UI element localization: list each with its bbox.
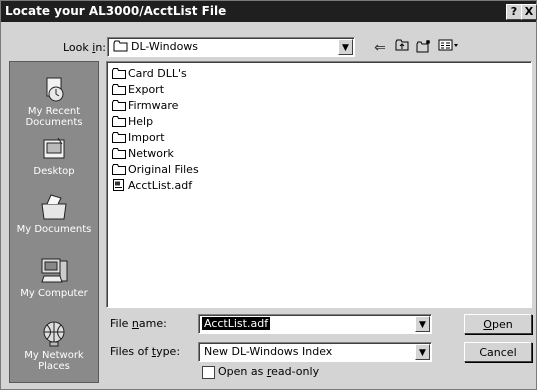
list-item[interactable]: AcctList.adf	[112, 178, 192, 193]
folder-icon	[112, 148, 126, 159]
open-file-dialog: Locate your AL3000/AcctList File ? X Loo…	[0, 0, 537, 390]
folder-icon	[112, 116, 126, 127]
title-bar[interactable]: Locate your AL3000/AcctList File ? X	[1, 1, 537, 22]
look-in-dropdown[interactable]: DL-Windows ▼	[107, 37, 355, 57]
network-places-icon	[43, 321, 65, 347]
window-title: Locate your AL3000/AcctList File	[5, 4, 227, 18]
open-button[interactable]: Open	[464, 314, 532, 334]
read-only-label[interactable]: Open as read-only	[218, 365, 319, 378]
look-in-value: DL-Windows	[131, 40, 199, 53]
folder-icon	[112, 164, 126, 175]
folder-icon	[112, 132, 126, 143]
folder-icon	[113, 40, 128, 52]
desktop-icon	[43, 137, 65, 159]
list-item[interactable]: Help	[112, 114, 153, 129]
folder-icon	[112, 100, 126, 111]
read-only-checkbox[interactable]	[202, 366, 215, 379]
list-item[interactable]: Network	[112, 146, 174, 161]
place-my-recent-documents[interactable]: My Recent Documents	[10, 76, 98, 128]
list-item[interactable]: Original Files	[112, 162, 199, 177]
my-documents-icon	[41, 194, 67, 220]
files-of-type-dropdown[interactable]: New DL-Windows Index ▼	[198, 342, 432, 362]
places-bar: My Recent Documents Desktop My Documents…	[9, 61, 99, 383]
cancel-button[interactable]: Cancel	[464, 342, 532, 362]
chevron-down-icon[interactable]: ▼	[415, 316, 430, 332]
look-in-label: Look in:	[63, 41, 107, 54]
files-of-type-value: New DL-Windows Index	[204, 345, 333, 358]
folder-icon	[112, 84, 126, 95]
view-menu-icon[interactable]	[437, 39, 461, 57]
chevron-down-icon[interactable]: ▼	[415, 344, 430, 360]
my-computer-icon	[41, 258, 68, 283]
place-my-computer[interactable]: My Computer	[10, 256, 98, 299]
folder-icon	[112, 68, 126, 79]
list-item[interactable]: Firmware	[112, 98, 178, 113]
help-button[interactable]: ?	[506, 4, 522, 20]
file-name-field[interactable]: AcctList.adf ▼	[198, 314, 432, 334]
new-folder-icon[interactable]	[415, 39, 433, 57]
close-button[interactable]: X	[521, 4, 537, 20]
list-item[interactable]: Import	[112, 130, 165, 145]
chevron-down-icon[interactable]: ▼	[338, 39, 353, 55]
file-name-label: File name:	[110, 317, 167, 330]
file-list[interactable]: Card DLL's Export Firmware Help Import N…	[106, 61, 532, 308]
back-icon[interactable]: ⇐	[371, 39, 389, 57]
file-icon	[113, 179, 124, 191]
place-my-network-places[interactable]: My Network Places	[10, 320, 98, 372]
files-of-type-label: Files of type:	[110, 345, 181, 358]
list-item[interactable]: Card DLL's	[112, 66, 187, 81]
place-desktop[interactable]: Desktop	[10, 136, 98, 177]
recent-documents-icon	[46, 77, 64, 102]
list-item[interactable]: Export	[112, 82, 164, 97]
up-folder-icon[interactable]	[393, 39, 411, 57]
file-name-value: AcctList.adf	[202, 317, 271, 330]
place-my-documents[interactable]: My Documents	[10, 192, 98, 235]
